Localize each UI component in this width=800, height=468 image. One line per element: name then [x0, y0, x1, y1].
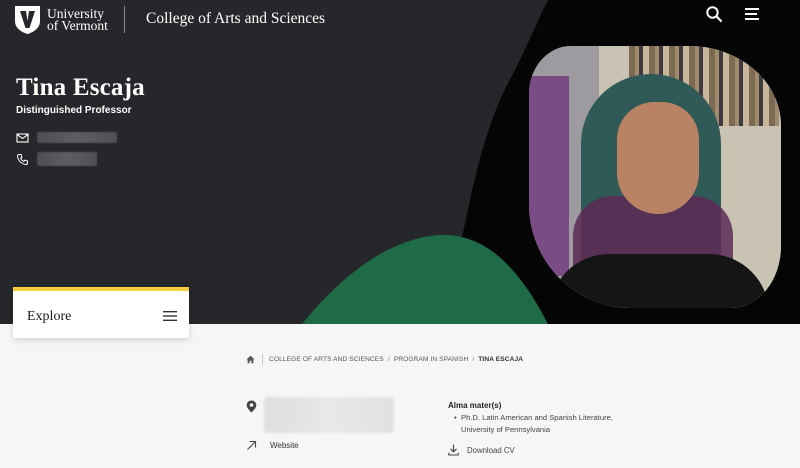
- website-link[interactable]: Website: [246, 440, 299, 451]
- alma-mater-heading: Alma mater(s): [448, 401, 502, 410]
- profile-hero: University of Vermont College of Arts an…: [0, 0, 800, 324]
- profile-title: Distinguished Professor: [16, 105, 132, 116]
- contact-email[interactable]: [16, 131, 117, 144]
- email-value-redacted[interactable]: [37, 132, 117, 143]
- uvm-shield-logo: [15, 6, 40, 34]
- address-redacted: [264, 397, 394, 433]
- breadcrumb-item-college[interactable]: College of Arts and Sciences: [269, 356, 384, 363]
- website-label: Website: [270, 441, 299, 450]
- profile-photo: [529, 46, 781, 308]
- envelope-icon: [16, 133, 29, 143]
- download-cv-label: Download CV: [467, 445, 515, 455]
- phone-value-redacted[interactable]: [37, 152, 97, 166]
- explore-label: Explore: [27, 309, 72, 324]
- arrow-up-left-icon: [247, 440, 257, 450]
- breadcrumb-item-program[interactable]: Program in Spanish: [394, 356, 469, 363]
- profile-name: Tina Escaja: [16, 74, 145, 101]
- breadcrumb: College of Arts and Sciences / Program i…: [246, 354, 523, 365]
- alma-mater-list: Ph.D. Latin American and Spanish Literat…: [454, 412, 631, 435]
- list-item: Ph.D. Latin American and Spanish Literat…: [454, 412, 631, 435]
- download-cv-link[interactable]: Download CV: [448, 444, 515, 456]
- phone-icon: [16, 153, 28, 165]
- map-pin-icon: [246, 400, 257, 413]
- search-icon[interactable]: [705, 5, 723, 23]
- hamburger-menu-icon[interactable]: [163, 310, 177, 322]
- breadcrumb-divider: [262, 354, 263, 365]
- header-divider: [124, 6, 125, 33]
- breadcrumb-separator: /: [387, 356, 390, 363]
- hamburger-menu-icon[interactable]: [743, 5, 761, 23]
- explore-menu-card[interactable]: Explore: [13, 287, 189, 338]
- download-icon: [448, 444, 459, 456]
- breadcrumb-current: Tina Escaja: [478, 356, 524, 363]
- home-icon[interactable]: [246, 355, 255, 364]
- university-wordmark: University of Vermont: [47, 7, 108, 33]
- college-name[interactable]: College of Arts and Sciences: [146, 10, 325, 28]
- breadcrumb-separator: /: [472, 356, 475, 363]
- university-line-2: of Vermont: [47, 18, 108, 33]
- site-header: University of Vermont College of Arts an…: [0, 0, 800, 40]
- contact-phone[interactable]: [16, 152, 97, 166]
- university-logo[interactable]: University of Vermont: [14, 5, 108, 35]
